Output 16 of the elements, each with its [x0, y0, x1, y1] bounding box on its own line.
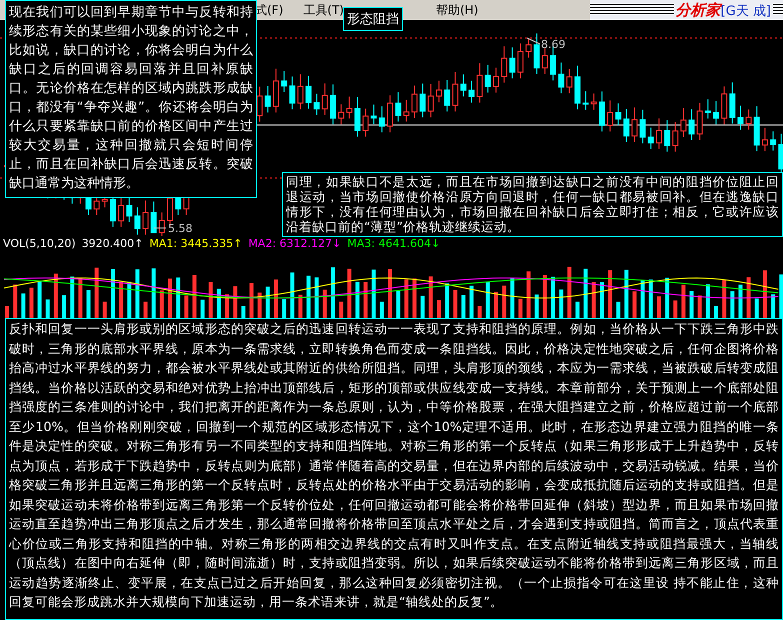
- indicator-value: 3920.400↑: [82, 236, 144, 250]
- text-box: 同理，如果缺口不是太远，而且在市场回撤到达缺口之前没有中间的阻挡价位阻止回退运动，当市场回撤使价格沿原方向回退时，任何一缺口都易被回补。但在逃逸缺口情形下，没有任何理由认为，市场回撤在回补缺口后会立即打住；相反，它或许应该沿着缺口前的“薄型”价格轨迹继续运动。: [282, 172, 783, 237]
- moving-average-label: MA2: 6312.127↓: [248, 236, 342, 250]
- logo-text: 分析家: [676, 0, 721, 20]
- indicator-label: VOL(5,10,20): [3, 236, 76, 250]
- text-box: 现在我们可以回到早期章节中与反转和持续形态有关的某些细小现象的讨论之中，比如说，缺口的讨论，你将会明白为什么缺口之后的回调容易回落并且回补原缺口。无论价格在怎样的区域内跳跌形成缺口，都没有“争夺兴趣”。你还将会明白为什么只要紧靠缺口前的价格区间中产生过较大交易量，这种回撤就只会短时间停止，而且在回补缺口后会迅速反转。突破缺口通常为这种情形。: [5, 0, 257, 198]
- stripes-decoration: [773, 4, 783, 16]
- menu-item[interactable]: 帮助(H): [436, 2, 478, 18]
- moving-average-label: MA3: 4641.604↓: [347, 236, 440, 250]
- moving-average-label: MA1: 3445.335↑: [149, 236, 242, 250]
- menu-item[interactable]: 工具(T): [303, 2, 344, 18]
- leader-line: [526, 38, 540, 44]
- price-label: 5.58: [168, 222, 192, 235]
- price-label: 8.69: [541, 38, 566, 51]
- text-box: 反扑和回复一一头肩形或别的区域形态的突破之后的迅速回转运动一一表现了支持和阻挡的原理。例如，当价格从一下下跌三角形中跌破时，三角形的底部水平界线，原本为一条需求线，立即转换角色而变成一条阻挡线。因此，价格决定性地突破之后，任何企图将价格抬高冲过水平界线的努力，都会被水平界线处或其附近的供给所阻挡。同理，头肩形顶的颈线，本应为一需求线，当被跌破后转变成阻挡线。当价格以活跃的交易和绝对优势上抬冲出顶部线后，矩形的顶部或供应线变成一支持线。本章前部分，关于预测上一个底部处阻挡强度的三条准则的讨论中，我们把离开的距离作为一条总原则，认为，中等价格股票，在强大阻挡建立之前，价格应超过前一个底部至少10%。但当价格刚刚突破，回撤到一个规范的区域形态情况下，这个10%定理不适用。此时，在形态边界建立强力阻挡的唯一条件是决定性的突破。对称三角形有另一不同类型的支持和阻挡阵地。对称三角形的第一个反转点（如果三角形形成于上升趋势中，反转点为顶点，若形成于下跌趋势中，反转点则为底部）通常伴随着高的交易量，但在边界内部的后续波动中，交易活动锐减。结果，当价格突破三角形并且远离三角形的第一个反转点时，反转点处的价格水平由于交易活动的影响，会变成抵抗随后运动的支持或阻挡。但是如果突破运动未将价格带到远离三角形第一个反转价位处，任何回撤运动都可能会将价格带回延伸（斜坡）型边界，而且如果市场回撤运动直至趋势冲出三角形顶点之后才发生，那么通常回撤将价格带回至顶点水平处之后，才会遇到支持或阻挡。简而言之，顶点代表重心价位或三角形支持和阻挡的中轴。对称三角形的两相交边界线的交点有时又叫作支点。在支点附近轴线支持或阻挡最强大，当轴线（顶点线）在图中向右延伸（即，随时间流逝）时，支持或阻挡变弱。所以，如果后续突破运动不能将价格带到远离三角形区域，而且运动趋势逐渐终止、变平展，在支点已过之后开始回复，那么这种回复必须密切注视。（一个止损指令可在这里设 持不能止住，这种回复可能会形成跳水并大规模向下加速运动，用一条术语来讲，就是“轴线处的反复”。: [5, 318, 783, 620]
- tooltip: 形态阻挡: [343, 7, 403, 31]
